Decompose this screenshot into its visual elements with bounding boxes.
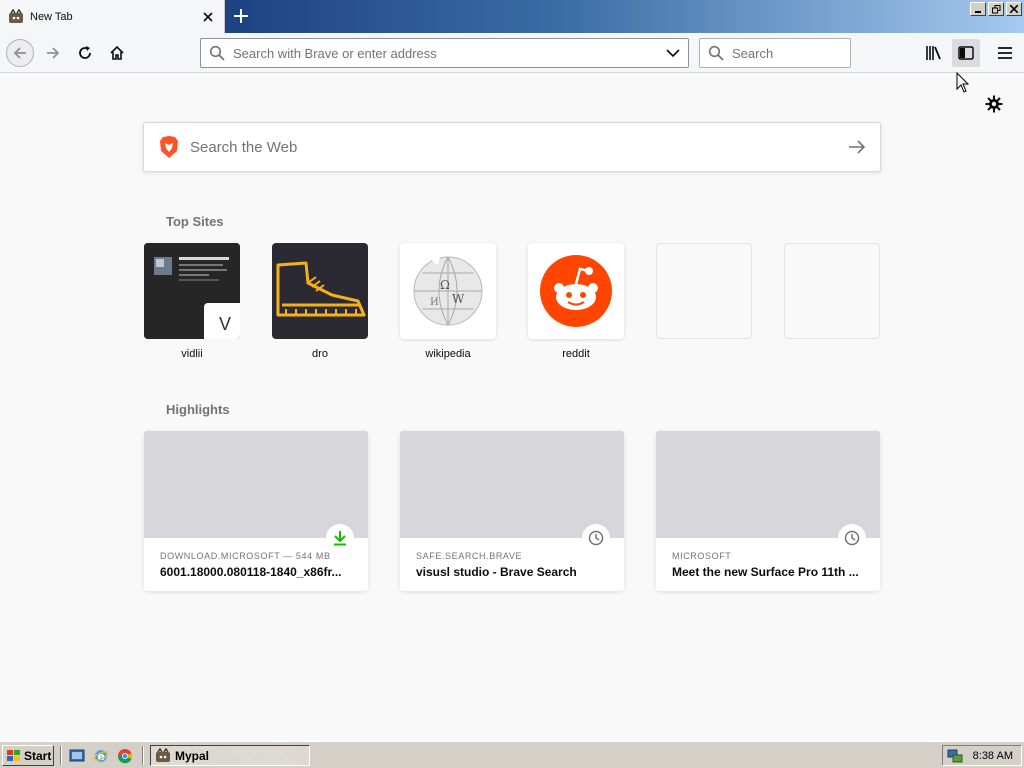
taskbar-separator: [60, 746, 62, 765]
top-site-label: vidlii: [181, 348, 203, 360]
settings-gear-icon[interactable]: [984, 94, 1004, 114]
network-icon[interactable]: [947, 748, 963, 764]
boot-icon: [276, 261, 366, 317]
restore-icon[interactable]: [988, 2, 1004, 16]
top-site-tile-vidlii[interactable]: V: [144, 243, 240, 339]
search-placeholder: Search: [732, 45, 774, 61]
highlight-host: MICROSOFT: [672, 551, 732, 561]
search-icon: [708, 45, 724, 61]
web-search-placeholder: Search the Web: [190, 138, 298, 156]
mypal-icon: [9, 8, 23, 23]
system-tray: 8:38 AM: [942, 745, 1022, 766]
download-icon: [326, 524, 354, 552]
clock: 8:38 AM: [972, 749, 1013, 762]
internet-explorer-icon[interactable]: e: [92, 747, 110, 765]
hamburger-menu-icon[interactable]: [991, 39, 1019, 67]
tab-bar: New Tab: [0, 0, 1024, 33]
wikipedia-globe-icon: Ω W И: [413, 256, 483, 326]
back-icon[interactable]: [6, 39, 34, 67]
library-icon[interactable]: [920, 39, 948, 67]
highlight-title: visusl studio - Brave Search: [416, 565, 577, 579]
window-controls: [970, 2, 1022, 16]
home-icon[interactable]: [103, 39, 131, 67]
highlight-card[interactable]: DOWNLOAD.MICROSOFT — 544 MB 6001.18000.0…: [144, 431, 368, 591]
brave-logo-icon: [160, 136, 178, 158]
reload-icon[interactable]: [71, 39, 99, 67]
highlight-title: Meet the new Surface Pro 11th ...: [672, 565, 859, 579]
mouse-cursor-icon: [956, 72, 970, 93]
highlights-heading: Highlights: [166, 402, 230, 417]
clock-icon: [838, 524, 866, 552]
close-window-icon[interactable]: [1006, 2, 1022, 16]
mypal-icon: [156, 747, 170, 762]
highlight-thumbnail: [400, 431, 624, 538]
top-site-label: reddit: [562, 348, 590, 360]
sidebar-toggle-icon[interactable]: [952, 39, 980, 67]
top-site-label: wikipedia: [425, 348, 471, 360]
top-site-tile-empty[interactable]: [656, 243, 752, 339]
search-icon: [209, 45, 225, 61]
vidlii-badge: V: [204, 303, 240, 339]
svg-text:Ω: Ω: [440, 278, 450, 292]
minimize-icon[interactable]: [970, 2, 986, 16]
reddit-logo-icon: [540, 255, 612, 327]
tab-close-icon[interactable]: [198, 7, 218, 27]
highlight-card[interactable]: SAFE.SEARCH.BRAVE visusl studio - Brave …: [400, 431, 624, 591]
highlight-thumbnail: [656, 431, 880, 538]
chrome-icon[interactable]: [116, 747, 134, 765]
arrow-right-icon[interactable]: [848, 140, 866, 154]
start-label: Start: [24, 748, 52, 763]
highlight-thumbnail: [144, 431, 368, 538]
svg-text:И: И: [430, 297, 439, 308]
clock-icon: [582, 524, 610, 552]
highlight-card[interactable]: MICROSOFT Meet the new Surface Pro 11th …: [656, 431, 880, 591]
taskbar-item-label: Mypal: [175, 748, 210, 763]
svg-text:W: W: [452, 292, 465, 306]
top-site-label: dro: [312, 348, 328, 360]
taskbar-item-mypal[interactable]: Mypal: [150, 745, 310, 766]
web-search-box[interactable]: Search the Web: [143, 122, 881, 172]
top-site-tile-wikipedia[interactable]: Ω W И: [400, 243, 496, 339]
search-input[interactable]: Search: [699, 38, 851, 68]
highlight-host: SAFE.SEARCH.BRAVE: [416, 551, 523, 561]
chevron-down-icon[interactable]: [666, 48, 680, 58]
top-site-tile-empty[interactable]: [784, 243, 880, 339]
forward-icon[interactable]: [39, 39, 67, 67]
top-sites-heading: Top Sites: [166, 214, 224, 229]
highlight-title: 6001.18000.080118-1840_x86fr...: [160, 565, 342, 579]
top-site-tile-reddit[interactable]: [528, 243, 624, 339]
address-placeholder: Search with Brave or enter address: [233, 45, 437, 61]
taskbar-separator: [142, 746, 144, 765]
taskbar: Start e Mypal 8:38 AM: [0, 741, 1024, 768]
show-desktop-icon[interactable]: [68, 747, 86, 765]
address-bar[interactable]: Search with Brave or enter address: [200, 38, 689, 68]
navigation-toolbar: Search with Brave or enter address Searc…: [0, 33, 1024, 73]
new-tab-plus-icon[interactable]: [229, 5, 253, 27]
tab-title: New Tab: [30, 10, 73, 23]
windows-flag-icon: [7, 749, 20, 761]
tab-new-tab[interactable]: New Tab: [0, 0, 225, 33]
highlight-host: DOWNLOAD.MICROSOFT — 544 MB: [160, 551, 331, 561]
start-button[interactable]: Start: [2, 745, 54, 766]
top-site-tile-dro[interactable]: [272, 243, 368, 339]
